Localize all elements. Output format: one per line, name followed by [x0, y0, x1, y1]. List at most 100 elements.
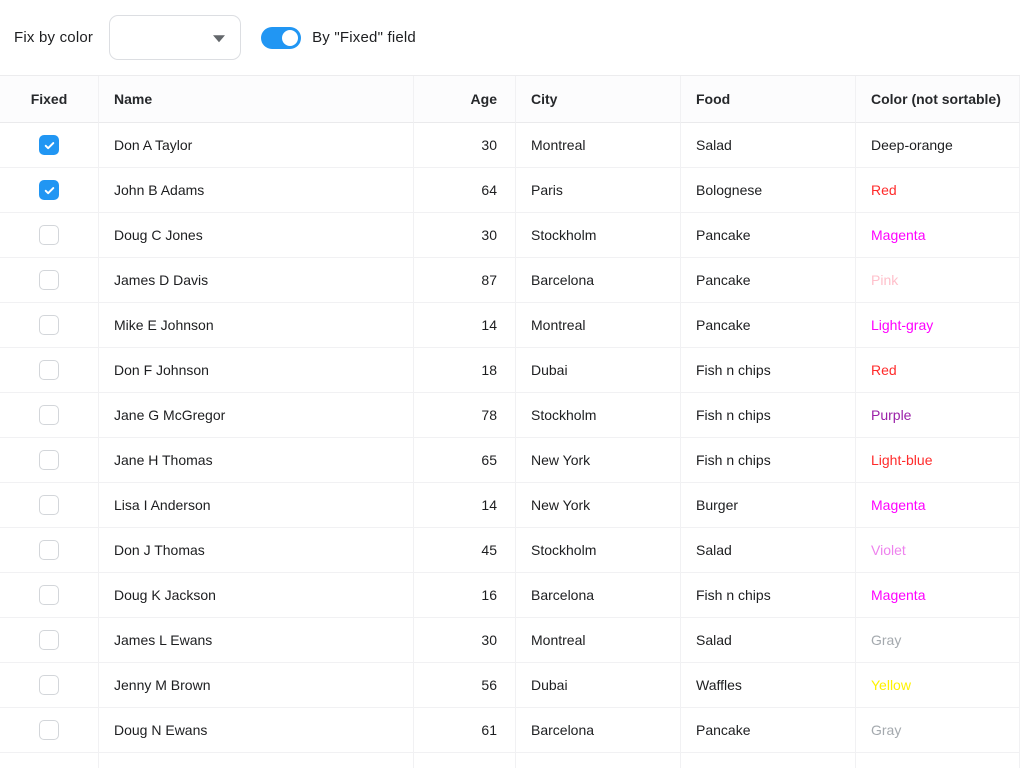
table-row: John B Adams64ParisBologneseRed — [0, 168, 1020, 213]
row-checkbox[interactable] — [39, 495, 59, 515]
table-row: James D Davis87BarcelonaPancakePink — [0, 258, 1020, 303]
table-row: Don J Thomas45StockholmSaladViolet — [0, 528, 1020, 573]
table-row: Lisa I Anderson14New YorkBurgerMagenta — [0, 483, 1020, 528]
toolbar: Fix by color By "Fixed" field — [0, 0, 1024, 75]
table-row: Doug K Jackson16BarcelonaFish n chipsMag… — [0, 573, 1020, 618]
checkmark-icon — [43, 139, 56, 152]
name-cell: Don F Johnson — [99, 348, 414, 393]
row-checkbox[interactable] — [39, 540, 59, 560]
table-row: Jenny M Brown56DubaiWafflesYellow — [0, 663, 1020, 708]
fixed-cell — [0, 393, 99, 438]
table-body: Don A Taylor30MontrealSaladDeep-orangeJo… — [0, 123, 1020, 768]
row-checkbox[interactable] — [39, 720, 59, 740]
empty-cell — [0, 753, 99, 768]
food-cell: Pancake — [681, 213, 856, 258]
column-header-fixed[interactable]: Fixed — [0, 76, 99, 123]
age-cell: 45 — [414, 528, 516, 573]
row-checkbox[interactable] — [39, 450, 59, 470]
name-cell: Doug K Jackson — [99, 573, 414, 618]
row-checkbox[interactable] — [39, 585, 59, 605]
city-cell: Paris — [516, 168, 681, 213]
checkmark-icon — [43, 184, 56, 197]
color-cell: Light-gray — [856, 303, 1020, 348]
color-cell: Violet — [856, 528, 1020, 573]
age-cell: 14 — [414, 303, 516, 348]
column-header-name[interactable]: Name — [99, 76, 414, 123]
city-cell: Stockholm — [516, 393, 681, 438]
name-cell: James L Ewans — [99, 618, 414, 663]
name-cell: Doug N Ewans — [99, 708, 414, 753]
food-cell: Pancake — [681, 708, 856, 753]
fix-by-color-label: Fix by color — [14, 29, 93, 46]
color-cell: Gray — [856, 618, 1020, 663]
age-cell: 30 — [414, 618, 516, 663]
food-cell: Fish n chips — [681, 438, 856, 483]
city-cell: Stockholm — [516, 528, 681, 573]
city-cell: Montreal — [516, 123, 681, 168]
name-cell: Lisa I Anderson — [99, 483, 414, 528]
age-cell: 61 — [414, 708, 516, 753]
food-cell: Fish n chips — [681, 573, 856, 618]
empty-cell — [516, 753, 681, 768]
food-cell: Salad — [681, 618, 856, 663]
age-cell: 30 — [414, 123, 516, 168]
fixed-cell — [0, 168, 99, 213]
row-checkbox[interactable] — [39, 405, 59, 425]
empty-cell — [856, 753, 1020, 768]
color-cell: Gray — [856, 708, 1020, 753]
column-header-food[interactable]: Food — [681, 76, 856, 123]
color-cell: Magenta — [856, 213, 1020, 258]
fixed-field-toggle[interactable] — [261, 27, 301, 49]
empty-cell — [414, 753, 516, 768]
city-cell: Barcelona — [516, 258, 681, 303]
food-cell: Fish n chips — [681, 348, 856, 393]
row-checkbox[interactable] — [39, 315, 59, 335]
fixed-cell — [0, 573, 99, 618]
chevron-down-icon — [213, 35, 225, 42]
table-row: Don A Taylor30MontrealSaladDeep-orange — [0, 123, 1020, 168]
food-cell: Bolognese — [681, 168, 856, 213]
city-cell: Stockholm — [516, 213, 681, 258]
age-cell: 64 — [414, 168, 516, 213]
name-cell: Jane G McGregor — [99, 393, 414, 438]
toggle-knob — [282, 30, 298, 46]
color-select[interactable] — [109, 15, 241, 60]
city-cell: New York — [516, 438, 681, 483]
empty-cell — [681, 753, 856, 768]
fixed-cell — [0, 438, 99, 483]
fixed-cell — [0, 123, 99, 168]
color-cell: Light-blue — [856, 438, 1020, 483]
row-checkbox-checked[interactable] — [39, 180, 59, 200]
fixed-cell — [0, 483, 99, 528]
row-checkbox[interactable] — [39, 675, 59, 695]
fixed-cell — [0, 348, 99, 393]
city-cell: Dubai — [516, 348, 681, 393]
color-cell: Magenta — [856, 483, 1020, 528]
city-cell: New York — [516, 483, 681, 528]
name-cell: Jenny M Brown — [99, 663, 414, 708]
age-cell: 65 — [414, 438, 516, 483]
row-checkbox[interactable] — [39, 630, 59, 650]
row-checkbox[interactable] — [39, 270, 59, 290]
column-header-city[interactable]: City — [516, 76, 681, 123]
fixed-cell — [0, 213, 99, 258]
age-cell: 30 — [414, 213, 516, 258]
name-cell: Don J Thomas — [99, 528, 414, 573]
color-cell: Magenta — [856, 573, 1020, 618]
food-cell: Salad — [681, 123, 856, 168]
column-header-age[interactable]: Age — [414, 76, 516, 123]
food-cell: Burger — [681, 483, 856, 528]
table-row-partial — [0, 753, 1020, 768]
table-row: Mike E Johnson14MontrealPancakeLight-gra… — [0, 303, 1020, 348]
row-checkbox[interactable] — [39, 360, 59, 380]
name-cell: John B Adams — [99, 168, 414, 213]
row-checkbox[interactable] — [39, 225, 59, 245]
column-header-color: Color (not sortable) — [856, 76, 1020, 123]
age-cell: 78 — [414, 393, 516, 438]
row-checkbox-checked[interactable] — [39, 135, 59, 155]
fixed-cell — [0, 708, 99, 753]
color-cell: Pink — [856, 258, 1020, 303]
age-cell: 56 — [414, 663, 516, 708]
name-cell: Doug C Jones — [99, 213, 414, 258]
fixed-cell — [0, 528, 99, 573]
